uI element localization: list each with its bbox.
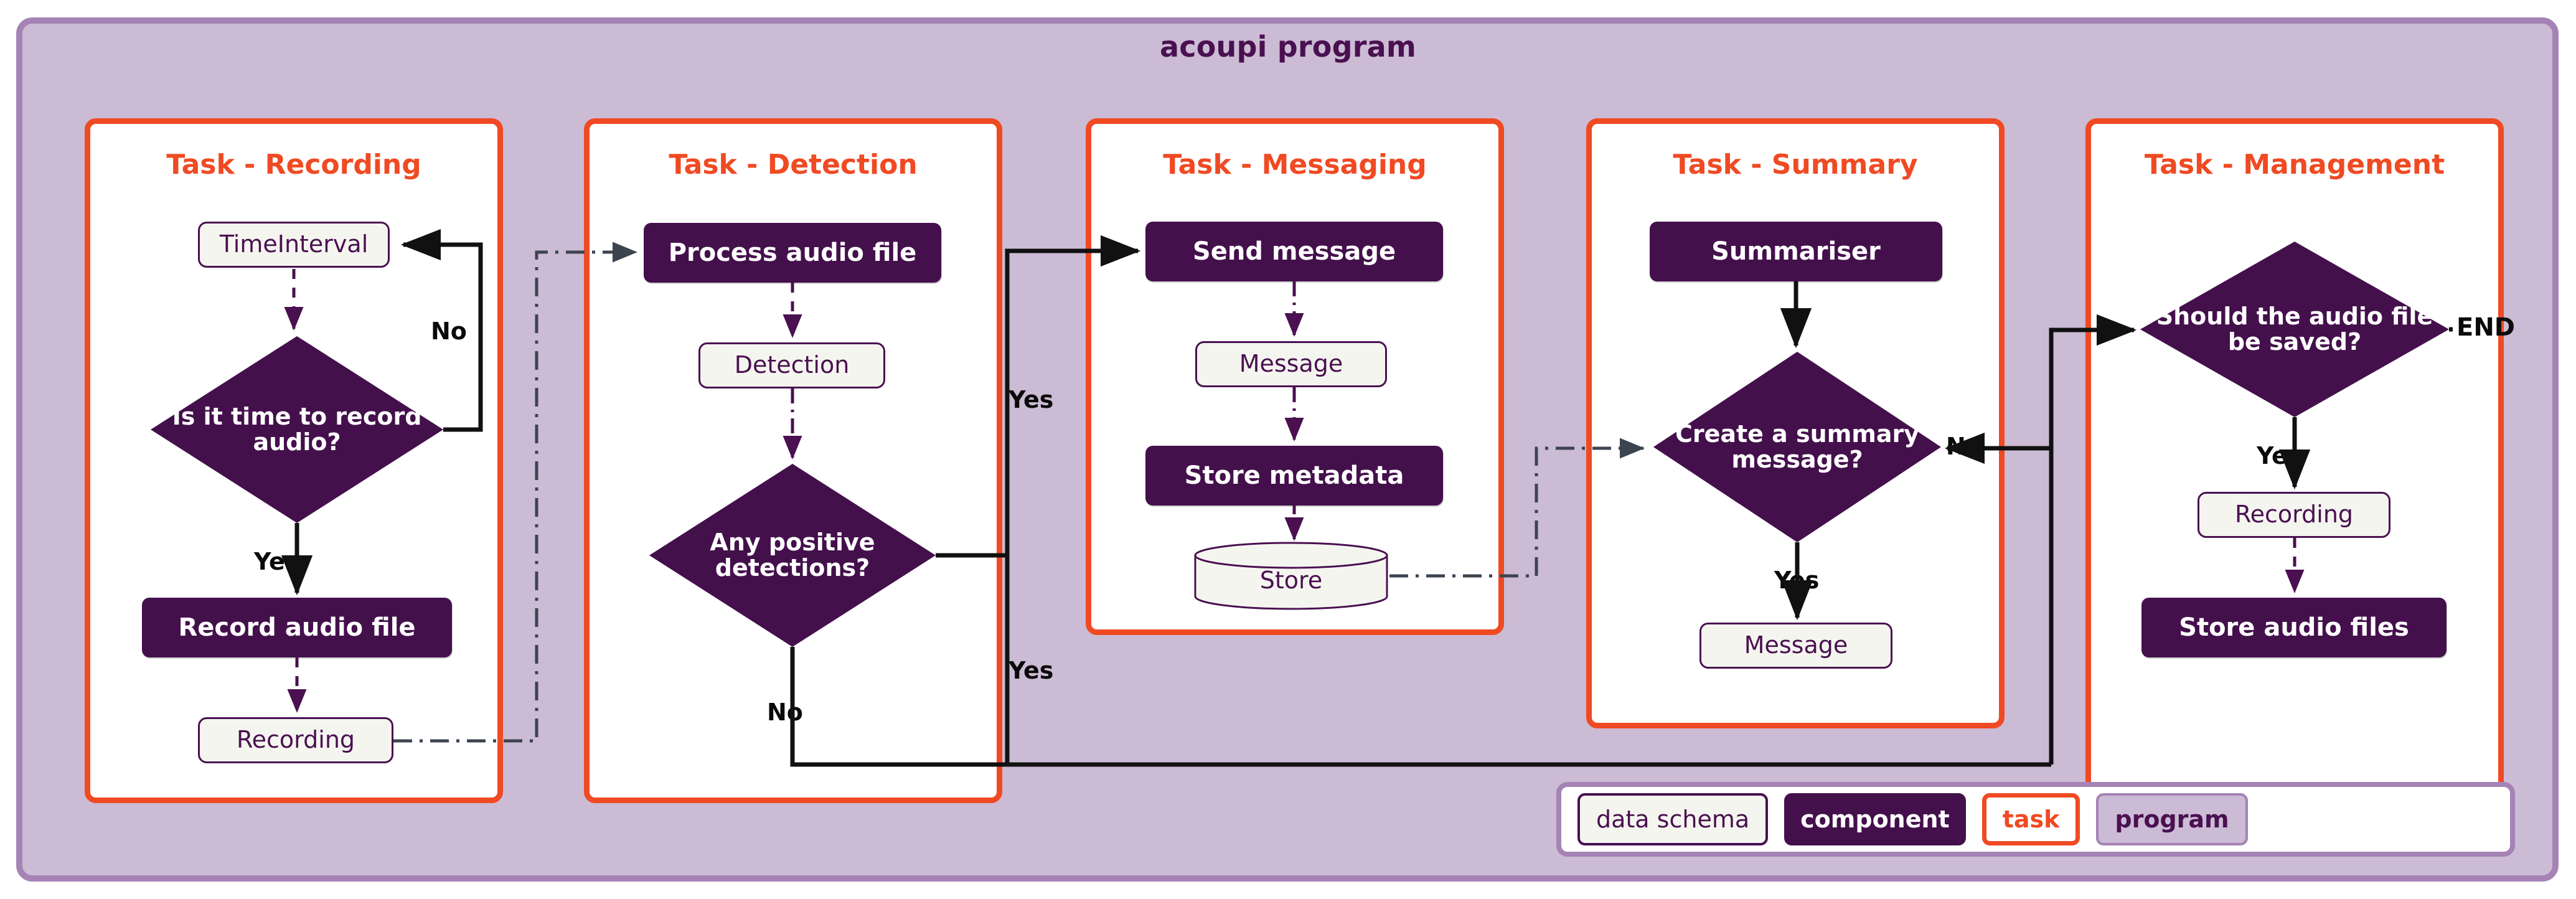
task-management-title: Task - Management xyxy=(2144,149,2445,181)
edge-label-detection-yes-top: Yes xyxy=(1008,386,1054,413)
node-message-schema[interactable]: Message xyxy=(1195,341,1387,387)
program-title: acoupi program xyxy=(1160,30,1416,64)
task-detection-title: Task - Detection xyxy=(669,149,918,181)
edge-label-management-yes: Yes xyxy=(2257,442,2302,469)
node-any-positive-detections[interactable]: Any positive detections? xyxy=(649,464,936,647)
edge-label-summary-no: No xyxy=(1946,433,1982,460)
legend: data schema component task program xyxy=(1556,782,2515,857)
task-recording-title: Task - Recording xyxy=(166,149,421,181)
decision-label: Any positive detections? xyxy=(710,528,875,581)
edge-label-recording-yes: Yes xyxy=(254,548,299,575)
node-recording-output[interactable]: Recording xyxy=(198,717,393,763)
node-record-audio-file[interactable]: Record audio file xyxy=(142,598,452,657)
node-store-audio-files[interactable]: Store audio files xyxy=(2141,598,2447,657)
node-store-database[interactable]: Store xyxy=(1193,542,1389,610)
edge-label-summary-yes: Yes xyxy=(1774,567,1820,594)
node-summary-message-schema[interactable]: Message xyxy=(1699,623,1892,669)
decision-label: Is it time to record audio? xyxy=(172,402,422,456)
legend-item-task[interactable]: task xyxy=(1981,793,2080,845)
task-messaging-title: Task - Messaging xyxy=(1163,149,1427,181)
node-create-summary-message[interactable]: Create a summary message? xyxy=(1653,352,1941,542)
edge-label-recording-no: No xyxy=(431,318,467,345)
store-label: Store xyxy=(1259,567,1323,594)
legend-item-program[interactable]: program xyxy=(2096,793,2248,845)
task-summary-title: Task - Summary xyxy=(1673,149,1918,181)
node-send-message[interactable]: Send message xyxy=(1145,222,1443,281)
node-detection-schema[interactable]: Detection xyxy=(698,342,885,388)
node-store-metadata[interactable]: Store metadata xyxy=(1145,446,1443,506)
legend-item-data-schema[interactable]: data schema xyxy=(1577,793,1769,845)
node-management-recording-schema[interactable]: Recording xyxy=(2198,492,2390,538)
decision-label: Should the audio file be saved? xyxy=(2156,302,2433,355)
node-summariser[interactable]: Summariser xyxy=(1650,222,1942,281)
edge-label-management-end: END xyxy=(2456,313,2516,342)
diagram-canvas: acoupi program Task - Recording TimeInte… xyxy=(0,0,2576,899)
legend-item-component[interactable]: component xyxy=(1784,793,1966,845)
node-should-audio-be-saved[interactable]: Should the audio file be saved? xyxy=(2140,242,2449,417)
edge-label-detection-yes-bottom: Yes xyxy=(1008,657,1054,684)
node-process-audio-file[interactable]: Process audio file xyxy=(644,223,941,283)
node-time-interval[interactable]: TimeInterval xyxy=(198,222,390,268)
decision-label: Create a summary message? xyxy=(1675,420,1920,473)
node-is-it-time-to-record[interactable]: Is it time to record audio? xyxy=(151,336,443,523)
edge-label-detection-no: No xyxy=(767,699,803,726)
